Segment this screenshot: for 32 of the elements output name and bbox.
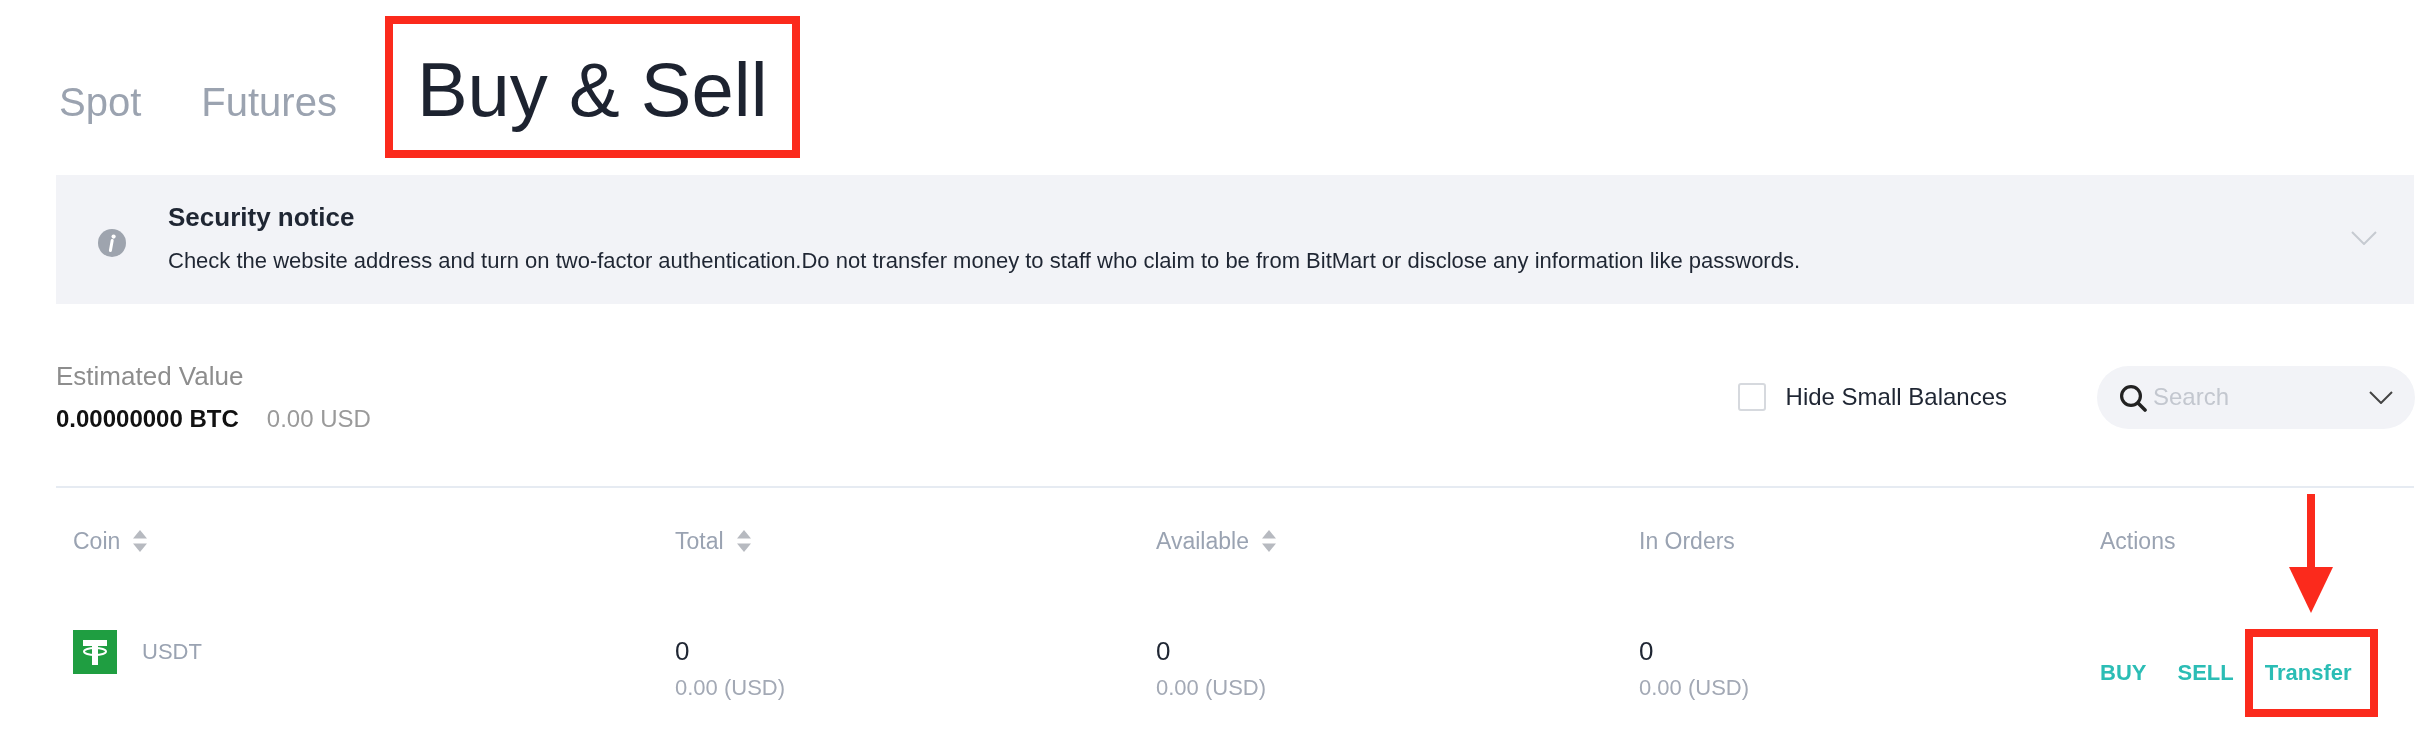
amount-usd: 0.00 (USD): [1639, 674, 1751, 702]
tab[interactable]: Spot: [47, 78, 154, 126]
action-link[interactable]: Transfer: [2264, 658, 2352, 688]
tab[interactable]: Buy & Sell: [404, 44, 780, 135]
usd-value: 0.00 USD: [266, 404, 371, 434]
estimated-value-label: Estimated Value: [56, 360, 245, 392]
column-header: Actions: [2100, 527, 2176, 556]
sort-icon[interactable]: [132, 529, 149, 553]
notice-text: Check the website address and turn on two-factor authentication.Do not transfer money to staff who claim to be from BitMart or disclose any information like passwords.: [168, 247, 1802, 275]
sort-icon[interactable]: [735, 529, 752, 553]
tab[interactable]: Futures: [189, 78, 349, 126]
coin-logo-icon: [73, 630, 117, 674]
action-link[interactable]: SELL: [2177, 658, 2234, 688]
column-header: Available: [1156, 527, 1249, 556]
notice-title: Security notice: [168, 201, 356, 234]
amount-value: 0: [1639, 635, 1655, 667]
sort-icon[interactable]: [1260, 529, 1277, 553]
column-header: Coin: [73, 527, 121, 556]
amount-value: 0: [675, 635, 691, 667]
amount-value: 0: [1156, 635, 1172, 667]
checkbox-label[interactable]: Hide Small Balances: [1785, 382, 2007, 412]
amount-usd: 0.00 (USD): [1156, 674, 1268, 702]
search-icon: [2119, 383, 2147, 412]
column-header: Total: [675, 527, 724, 556]
action-link[interactable]: BUY: [2100, 658, 2147, 688]
checkbox[interactable]: [1737, 383, 1766, 411]
btc-value: 0.00000000 BTC: [56, 404, 239, 434]
column-header: In Orders: [1639, 527, 1735, 556]
amount-usd: 0.00 (USD): [675, 674, 787, 702]
info-icon: [98, 228, 126, 257]
chevron-down-icon[interactable]: [2369, 390, 2393, 404]
coin-name: USDT: [142, 638, 202, 666]
